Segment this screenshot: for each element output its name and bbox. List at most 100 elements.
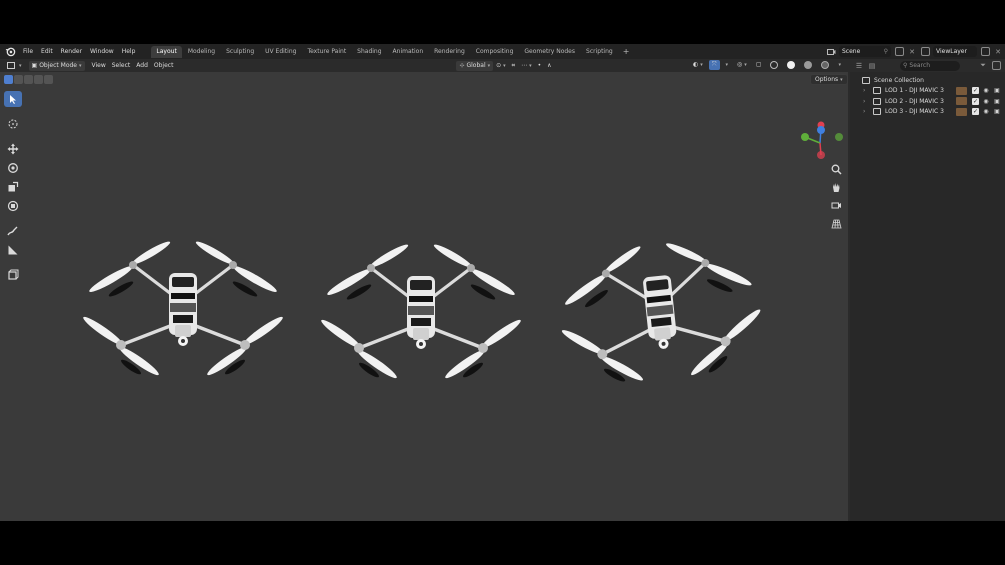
menu-help[interactable]: Help (118, 45, 140, 58)
proportional-edit-button[interactable]: • (535, 61, 545, 71)
menu-object[interactable]: Object (151, 61, 177, 71)
outliner-search-field[interactable]: ⚲ Search (900, 60, 960, 71)
viewport-scene[interactable] (0, 72, 848, 521)
gizmo-dropdown[interactable]: ▾ (723, 60, 732, 70)
shading-wireframe[interactable] (767, 60, 781, 70)
new-scene-icon[interactable] (894, 47, 904, 57)
pivot-point-button[interactable]: ⊙ ▾ (493, 61, 509, 71)
xray-toggle[interactable]: ▢ (753, 60, 765, 70)
collection-row[interactable]: › LOD 1 - DJI MAVIC 3 ✓ ◉ ▣ (850, 86, 1005, 97)
view-layer-field[interactable]: ViewLayer (933, 46, 977, 57)
select-extend-icon[interactable] (14, 75, 23, 84)
new-collection-icon[interactable] (991, 61, 1001, 71)
add-cube-tool-icon[interactable] (4, 267, 22, 283)
falloff-button[interactable]: ∧ (544, 61, 554, 71)
transform-tool-icon[interactable] (4, 198, 22, 214)
select-invert-icon[interactable] (34, 75, 43, 84)
collection-label: LOD 2 - DJI MAVIC 3 (885, 97, 944, 105)
menu-view[interactable]: View (89, 61, 109, 71)
shading-material[interactable] (801, 60, 815, 70)
filter-icon[interactable]: ⏷ (978, 61, 988, 71)
scene-field[interactable]: Scene ⚲ (839, 46, 891, 57)
expand-chevron-icon[interactable]: › (863, 108, 869, 115)
menu-edit[interactable]: Edit (37, 45, 57, 58)
menu-add[interactable]: Add (133, 61, 151, 71)
tab-modeling[interactable]: Modeling (183, 46, 220, 58)
navigation-gizmo[interactable] (798, 120, 846, 164)
camera-icon[interactable]: ▣ (993, 98, 1001, 105)
view-layer-icon[interactable] (920, 47, 930, 57)
include-checkbox[interactable]: ✓ (972, 87, 979, 95)
tab-rendering[interactable]: Rendering (429, 46, 470, 58)
eye-icon[interactable]: ◉ (982, 98, 990, 105)
eye-icon[interactable]: ◉ (982, 108, 990, 115)
editor-type-button[interactable]: ▾ (4, 61, 25, 71)
select-box-tool-icon[interactable] (4, 91, 22, 107)
measure-tool-icon[interactable] (4, 242, 22, 258)
outliner-editor-type-icon[interactable]: ☰ (854, 61, 864, 71)
shading-solid[interactable] (784, 60, 798, 70)
select-intersect-icon[interactable] (44, 75, 53, 84)
shading-rendered[interactable] (818, 60, 832, 70)
annotate-tool-icon[interactable] (4, 223, 22, 239)
gizmo-z-pos (817, 126, 825, 134)
tab-texture-paint[interactable]: Texture Paint (302, 46, 351, 58)
add-workspace-icon[interactable]: + (619, 46, 634, 58)
tab-sculpting[interactable]: Sculpting (221, 46, 259, 58)
overlay-toggle[interactable]: ◎ ▾ (734, 60, 750, 70)
new-view-layer-icon[interactable] (980, 47, 990, 57)
camera-icon[interactable]: ▣ (993, 108, 1001, 115)
camera-icon[interactable]: ▣ (993, 87, 1001, 94)
drone-lod2[interactable] (317, 240, 525, 383)
outliner-tree: Scene Collection › LOD 1 - DJI MAVIC 3 ✓… (850, 72, 1005, 117)
delete-scene-icon[interactable]: ✕ (907, 47, 917, 57)
zoom-icon[interactable] (828, 162, 844, 176)
collection-row[interactable]: › LOD 3 - DJI MAVIC 3 ✓ ◉ ▣ (850, 107, 1005, 118)
visibility-dropdown[interactable]: ◐ ▾ (690, 60, 706, 70)
scene-icon[interactable] (826, 47, 836, 57)
cursor-tool-icon[interactable] (4, 116, 22, 132)
3d-viewport[interactable] (0, 72, 848, 521)
snap-options-button[interactable]: ⋯ ▾ (518, 61, 535, 71)
gizmo-toggle[interactable]: ⤧ (708, 60, 720, 70)
eye-icon[interactable]: ◉ (982, 87, 990, 94)
transform-orientation-dropdown[interactable]: ⊹ Global ▾ (456, 60, 494, 71)
shading-dropdown[interactable]: ▾ (835, 60, 844, 70)
pan-hand-icon[interactable] (828, 180, 844, 194)
mode-dropdown[interactable]: ▣ Object Mode ▾ (28, 60, 85, 71)
move-tool-icon[interactable] (4, 141, 22, 157)
perspective-grid-icon[interactable] (828, 216, 844, 230)
snap-toggle[interactable]: ⌗ (509, 61, 518, 71)
menu-select[interactable]: Select (109, 61, 134, 71)
select-new-icon[interactable] (4, 75, 13, 84)
include-checkbox[interactable]: ✓ (972, 97, 979, 105)
drone-lod1[interactable] (79, 237, 287, 380)
menu-render[interactable]: Render (57, 45, 86, 58)
tab-layout[interactable]: Layout (151, 45, 182, 58)
include-checkbox[interactable]: ✓ (972, 108, 979, 116)
expand-chevron-icon[interactable]: › (863, 87, 869, 94)
scale-tool-icon[interactable] (4, 179, 22, 195)
drone-lod3[interactable] (549, 229, 771, 394)
expand-chevron-icon[interactable]: › (863, 98, 869, 105)
camera-view-icon[interactable] (828, 198, 844, 212)
tab-uv-editing[interactable]: UV Editing (260, 46, 301, 58)
tab-animation[interactable]: Animation (388, 46, 429, 58)
tab-geometry-nodes[interactable]: Geometry Nodes (519, 46, 580, 58)
options-dropdown[interactable]: Options ▾ (810, 74, 848, 85)
scene-collection-row[interactable]: Scene Collection (850, 75, 1005, 86)
delete-view-layer-icon[interactable]: ✕ (993, 47, 1003, 57)
rotate-tool-icon[interactable] (4, 160, 22, 176)
display-mode-icon[interactable]: ▤ (867, 61, 877, 71)
tab-scripting[interactable]: Scripting (581, 46, 618, 58)
collection-row[interactable]: › LOD 2 - DJI MAVIC 3 ✓ ◉ ▣ (850, 96, 1005, 107)
tab-compositing[interactable]: Compositing (471, 46, 519, 58)
material-icon (956, 86, 967, 95)
scene-name: Scene (842, 48, 861, 55)
menu-file[interactable]: File (19, 45, 37, 58)
tab-shading[interactable]: Shading (352, 46, 386, 58)
menu-window[interactable]: Window (86, 45, 118, 58)
pin-icon[interactable]: ⚲ (884, 48, 888, 55)
select-subtract-icon[interactable] (24, 75, 33, 84)
blender-logo-icon[interactable] (3, 45, 17, 59)
